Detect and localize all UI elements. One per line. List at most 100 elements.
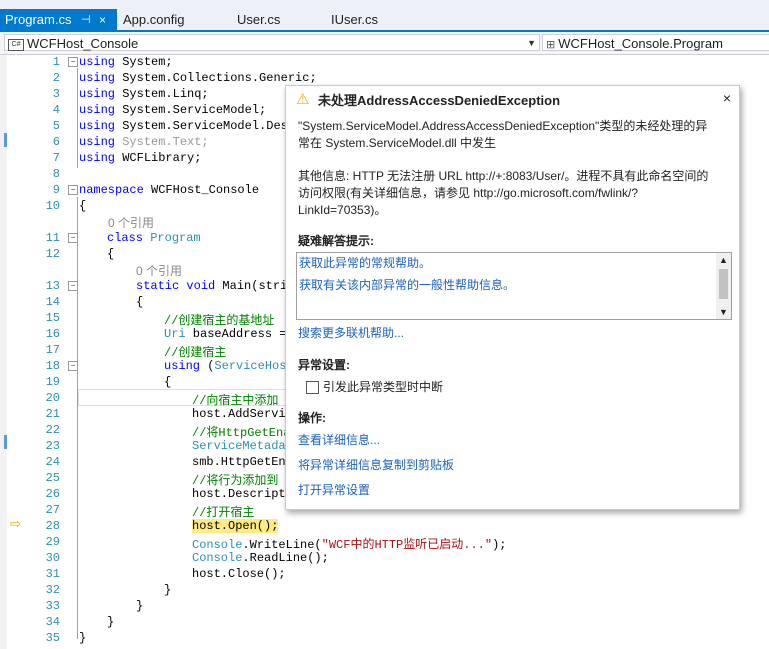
current-statement: host.Open();: [192, 519, 279, 533]
codelens-references[interactable]: 0 个引用: [108, 214, 154, 231]
navigation-bar: C# WCFHost_Console ▼ ⊞ WCFHost_Console.Pro…: [0, 32, 769, 55]
project-dropdown[interactable]: C# WCFHost_Console ▼: [4, 34, 540, 51]
code-text: baseAddress =: [185, 327, 287, 341]
code-text: System.Linq;: [115, 87, 209, 101]
class-dropdown[interactable]: ⊞ WCFHost_Console.Program: [542, 34, 769, 51]
change-marker: [4, 133, 7, 147]
collapse-toggle[interactable]: −: [68, 185, 78, 195]
code-text: System.ServiceModel;: [115, 103, 267, 117]
line-number: 9: [52, 183, 60, 197]
line-number: 20: [45, 391, 60, 405]
line-number: 15: [45, 311, 60, 325]
line-number: 26: [45, 487, 60, 501]
chevron-down-icon: ▼: [527, 38, 536, 48]
comment: //创建宿主的基地址: [164, 314, 275, 328]
exception-helper-popup: ⚠ 未处理AddressAccessDeniedException × "Sys…: [285, 85, 740, 510]
type-name: Uri: [164, 327, 186, 341]
code-text: }: [107, 615, 115, 629]
copy-detail-link[interactable]: 将异常详细信息复制到剪贴板: [298, 457, 728, 474]
scroll-up-icon[interactable]: ▲: [719, 255, 728, 265]
view-detail-link[interactable]: 查看详细信息...: [298, 432, 728, 449]
line-number: 14: [45, 295, 60, 309]
troubleshooting-heading: 疑难解答提示:: [298, 234, 374, 248]
project-name: WCFHost_Console: [27, 36, 139, 51]
code-text: }: [79, 631, 87, 645]
tab-label: User.cs: [237, 12, 281, 27]
code-text: {: [136, 295, 144, 309]
scroll-down-icon[interactable]: ▼: [719, 307, 728, 317]
pin-icon[interactable]: ⊣: [81, 9, 91, 31]
code-text: .ReadLine();: [242, 551, 329, 565]
line-number: 8: [52, 167, 60, 181]
checkbox-label: 引发此异常类型时中断: [323, 380, 444, 394]
line-number: 31: [45, 567, 60, 581]
code-text: .WriteLine(: [242, 538, 322, 552]
line-number: 16: [45, 327, 60, 341]
info-line: 访问权限(有关详细信息，请参见 http://go.microsoft.com/…: [298, 186, 639, 200]
keyword: using: [79, 151, 116, 165]
line-number: 11: [45, 231, 60, 245]
code-text: }: [136, 599, 144, 613]
comment: //将HttpGetEna: [192, 426, 291, 440]
line-number: 6: [52, 135, 60, 149]
code-text: host.Close();: [192, 567, 286, 581]
current-line-highlight: [78, 389, 288, 406]
collapse-toggle[interactable]: −: [68, 57, 78, 67]
line-number-gutter: 1 2 3 4 5 6 7 8 9 10 11 12 13 14 15 16 17 18 19 20 21 22 23 24 2…: [30, 55, 64, 649]
code-text: System;: [115, 55, 173, 69]
code-text: System.Text;: [115, 135, 209, 149]
tab-label: Program.cs: [5, 12, 72, 27]
collapse-toggle[interactable]: −: [68, 361, 78, 371]
code-text: (: [200, 359, 215, 373]
troubleshooting-tips-list[interactable]: 获取此异常的常规帮助。 获取有关该内部异常的一般性帮助信息。 ▲ ▼: [296, 252, 732, 320]
line-number: 4: [52, 103, 60, 117]
tab-label: IUser.cs: [331, 12, 378, 27]
codelens-references[interactable]: 0 个引用: [136, 262, 182, 279]
line-number: 34: [45, 615, 60, 629]
line-number: 27: [45, 503, 60, 517]
tab-app-config[interactable]: App.config: [123, 9, 184, 31]
tab-iuser-cs[interactable]: IUser.cs: [331, 9, 378, 31]
line-number: 32: [45, 583, 60, 597]
close-icon[interactable]: ×: [99, 9, 106, 31]
line-number: 18: [45, 359, 60, 373]
message-line: "System.ServiceModel.AddressAccessDenied…: [298, 119, 708, 133]
message-line: 常在 System.ServiceModel.dll 中发生: [298, 136, 497, 150]
keyword: using: [79, 135, 116, 149]
line-number: 33: [45, 599, 60, 613]
code-text: }: [164, 583, 172, 597]
line-number: 28: [45, 519, 60, 533]
scrollbar-thumb[interactable]: [719, 269, 728, 299]
keyword: void: [186, 279, 216, 293]
comment: //将行为添加到: [192, 474, 279, 488]
line-number: 10: [45, 199, 60, 213]
code-text: System.Collections.Generic;: [115, 71, 317, 85]
close-icon[interactable]: ×: [723, 90, 731, 106]
collapse-toggle[interactable]: −: [68, 281, 78, 291]
tab-user-cs[interactable]: User.cs: [237, 9, 280, 31]
keyword: class: [107, 231, 144, 245]
exception-title: 未处理AddressAccessDeniedException: [318, 93, 561, 108]
break-on-exception-checkbox[interactable]: [306, 381, 319, 394]
collapse-toggle[interactable]: −: [68, 233, 78, 243]
open-exception-settings-link[interactable]: 打开异常设置: [298, 482, 728, 499]
type-name: ServiceHost: [214, 359, 294, 373]
type-name: Console: [192, 551, 243, 565]
line-number: 3: [52, 87, 60, 101]
tab-program-cs[interactable]: Program.cs ⊣ ×: [0, 9, 117, 31]
line-number: 22: [45, 423, 60, 437]
document-tab-strip: Program.cs ⊣ × App.config User.cs IUser.…: [0, 0, 769, 32]
keyword: using: [79, 71, 116, 85]
code-text: WCFHost_Console: [143, 183, 260, 197]
scrollbar[interactable]: ▲ ▼: [716, 253, 731, 319]
comment: //打开宿主: [192, 506, 255, 520]
comment: //创建宿主: [164, 346, 227, 360]
type-name: Program: [150, 231, 201, 245]
search-online-link[interactable]: 搜索更多联机帮助...: [298, 325, 728, 342]
tip-link[interactable]: 获取此异常的常规帮助。: [299, 254, 431, 271]
settings-heading: 异常设置:: [298, 358, 350, 372]
tip-link[interactable]: 获取有关该内部异常的一般性帮助信息。: [299, 276, 515, 293]
line-number: 24: [45, 455, 60, 469]
string-literal: "WCF中的HTTP监听已启动...": [321, 538, 493, 552]
